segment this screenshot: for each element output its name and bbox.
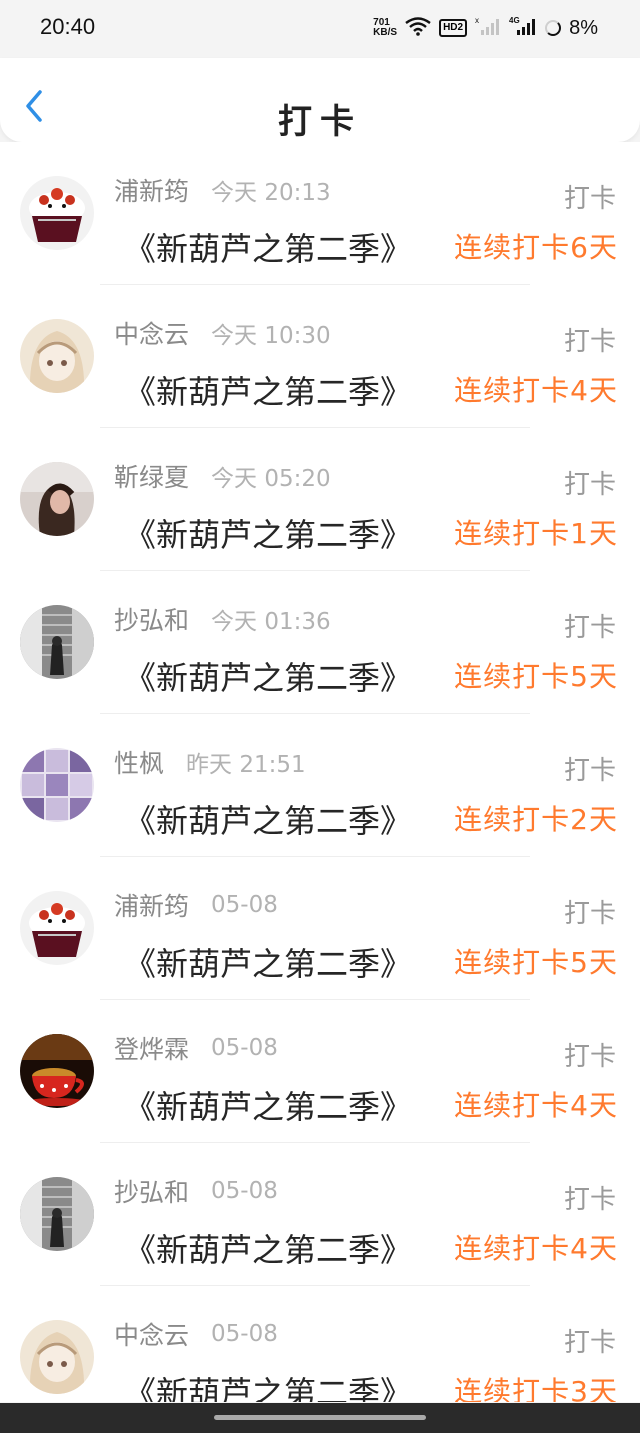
home-indicator[interactable] bbox=[214, 1415, 426, 1420]
post-time: 今天 05:20 bbox=[211, 466, 331, 492]
user-avatar[interactable] bbox=[20, 176, 94, 250]
streak-count: 连续打卡2天 bbox=[454, 803, 618, 836]
action-label: 打卡 bbox=[563, 899, 616, 929]
feed-item[interactable]: 中念云 今天 10:30 打卡《新葫芦之第二季》 连续打卡4天 bbox=[0, 285, 640, 428]
streak-count: 连续打卡4天 bbox=[454, 374, 618, 407]
user-avatar[interactable] bbox=[20, 1177, 94, 1251]
streak-count: 连续打卡4天 bbox=[454, 1089, 618, 1122]
feed-item[interactable]: 浦新筠 05-08 打卡《新葫芦之第二季》 连续打卡5天 bbox=[0, 857, 640, 1000]
user-avatar[interactable] bbox=[20, 462, 94, 536]
user-avatar[interactable] bbox=[20, 1034, 94, 1108]
user-name[interactable]: 浦新筠 bbox=[114, 887, 189, 923]
feed-item[interactable]: 抄弘和 05-08 打卡《新葫芦之第二季》 连续打卡4天 bbox=[0, 1143, 640, 1286]
action-label: 打卡 bbox=[563, 327, 616, 357]
signal-4g-icon: 4G bbox=[509, 16, 537, 40]
feed-item[interactable]: 浦新筠 今天 20:13 打卡《新葫芦之第二季》 连续打卡6天 bbox=[0, 142, 640, 285]
svg-text:4G: 4G bbox=[509, 16, 520, 25]
action-label: 打卡 bbox=[563, 1328, 616, 1358]
work-title[interactable]: 《新葫芦之第二季》 bbox=[124, 653, 426, 699]
user-name[interactable]: 靳绿夏 bbox=[114, 458, 189, 494]
battery-percent: 8% bbox=[569, 16, 598, 39]
signal-weak-icon: x bbox=[475, 16, 501, 40]
navigation-bar: 打卡 bbox=[0, 58, 640, 142]
user-name[interactable]: 性枫 bbox=[114, 744, 164, 780]
checkin-feed[interactable]: 浦新筠 今天 20:13 打卡 《新葫芦之第二季》 连续打卡6天 中念云 今天 10:30 打… bbox=[0, 142, 640, 1402]
work-title[interactable]: 《新葫芦之第二季》 bbox=[124, 939, 426, 985]
user-avatar[interactable] bbox=[20, 1320, 94, 1394]
feed-item[interactable]: 性枫 昨天 21:51 打卡《新葫芦之第二季》 连续打卡2天 bbox=[0, 714, 640, 857]
feed-item[interactable]: 靳绿夏 今天 05:20 打卡《新葫芦之第二季》 连续打卡1天 bbox=[0, 428, 640, 571]
status-time: 20:40 bbox=[40, 14, 96, 39]
feed-item[interactable]: 中念云 05-08 打卡《新葫芦之第二季》 连续打卡3天 bbox=[0, 1286, 640, 1402]
streak-count: 连续打卡1天 bbox=[454, 517, 618, 550]
wifi-icon bbox=[405, 16, 431, 40]
action-label: 打卡 bbox=[563, 184, 616, 214]
status-bar: 20:40 701 KB/S HD2 x 4G 8% bbox=[0, 0, 640, 56]
post-time: 05-08 bbox=[211, 1178, 278, 1204]
action-label: 打卡 bbox=[563, 1185, 616, 1215]
hd-badge: HD2 bbox=[439, 19, 468, 37]
page-title: 打卡 bbox=[278, 102, 362, 142]
user-name[interactable]: 登烨霖 bbox=[114, 1030, 189, 1066]
action-label: 打卡 bbox=[563, 1042, 616, 1072]
streak-count: 连续打卡4天 bbox=[454, 1232, 618, 1265]
feed-item[interactable]: 抄弘和 今天 01:36 打卡《新葫芦之第二季》 连续打卡5天 bbox=[0, 571, 640, 714]
work-title[interactable]: 《新葫芦之第二季》 bbox=[124, 1082, 426, 1128]
network-speed: 701 KB/S bbox=[373, 18, 397, 38]
action-label: 打卡 bbox=[563, 756, 616, 786]
post-time: 05-08 bbox=[211, 1035, 278, 1061]
system-nav-bar bbox=[0, 1403, 640, 1433]
status-icons: 701 KB/S HD2 x 4G 8% bbox=[373, 16, 598, 40]
action-label: 打卡 bbox=[563, 613, 616, 643]
post-time: 昨天 21:51 bbox=[186, 752, 306, 778]
work-title[interactable]: 《新葫芦之第二季》 bbox=[124, 1368, 426, 1402]
network-speed-unit: KB/S bbox=[373, 27, 398, 38]
post-time: 今天 01:36 bbox=[211, 609, 331, 635]
streak-count: 连续打卡5天 bbox=[454, 946, 618, 979]
post-time: 05-08 bbox=[211, 892, 278, 918]
feed-item[interactable]: 登烨霖 05-08 打卡《新葫芦之第二季》 连续打卡4天 bbox=[0, 1000, 640, 1143]
work-title[interactable]: 《新葫芦之第二季》 bbox=[124, 1225, 426, 1271]
post-time: 今天 10:30 bbox=[211, 323, 331, 349]
user-name[interactable]: 浦新筠 bbox=[114, 172, 189, 208]
work-title[interactable]: 《新葫芦之第二季》 bbox=[124, 796, 426, 842]
action-label: 打卡 bbox=[563, 470, 616, 500]
user-avatar[interactable] bbox=[20, 891, 94, 965]
user-name[interactable]: 中念云 bbox=[114, 315, 189, 351]
work-title[interactable]: 《新葫芦之第二季》 bbox=[124, 367, 426, 413]
user-avatar[interactable] bbox=[20, 605, 94, 679]
svg-text:x: x bbox=[475, 16, 479, 25]
user-name[interactable]: 中念云 bbox=[114, 1316, 189, 1352]
streak-count: 连续打卡5天 bbox=[454, 660, 618, 693]
work-title[interactable]: 《新葫芦之第二季》 bbox=[124, 510, 426, 556]
user-avatar[interactable] bbox=[20, 748, 94, 822]
post-time: 05-08 bbox=[211, 1321, 278, 1347]
battery-ring-icon bbox=[545, 20, 562, 36]
user-name[interactable]: 抄弘和 bbox=[114, 1173, 189, 1209]
user-avatar[interactable] bbox=[20, 319, 94, 393]
post-time: 今天 20:13 bbox=[211, 180, 331, 206]
streak-count: 连续打卡3天 bbox=[454, 1375, 618, 1402]
streak-count: 连续打卡6天 bbox=[454, 231, 618, 264]
user-name[interactable]: 抄弘和 bbox=[114, 601, 189, 637]
work-title[interactable]: 《新葫芦之第二季》 bbox=[124, 224, 426, 270]
